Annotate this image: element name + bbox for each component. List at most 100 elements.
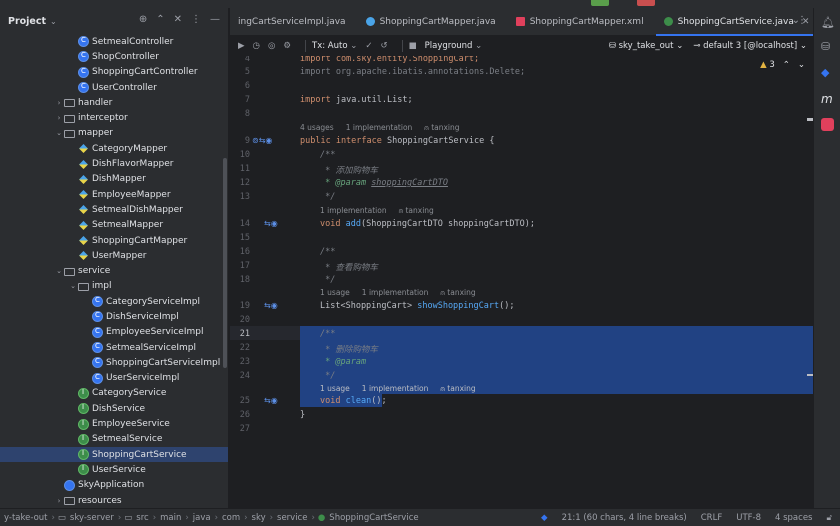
line-number[interactable]: 27 <box>230 424 250 434</box>
tree-folder[interactable]: › interceptor <box>0 110 228 125</box>
tree-file[interactable]: EmployeeService <box>0 416 228 431</box>
tree-file[interactable]: UserMapper <box>0 248 228 263</box>
chevron-down-icon[interactable]: ⌄ <box>54 267 64 275</box>
chevron-right-icon[interactable]: › <box>54 114 64 122</box>
line-number[interactable]: 13 <box>230 192 250 202</box>
usages-hint[interactable]: 4 usages <box>300 123 334 132</box>
datasource-selector[interactable]: ⛁ sky_take_out ⌄ <box>609 41 684 51</box>
line-number[interactable]: 6 <box>230 81 250 91</box>
breadcrumb-item[interactable]: y-take-out <box>4 513 47 523</box>
implementation-hint[interactable]: 1 implementation <box>346 123 413 132</box>
tree-file[interactable]: DishMapper <box>0 172 228 187</box>
indent-setting[interactable]: 4 spaces <box>775 513 812 523</box>
editor-tab[interactable]: ShoppingCartService.java ✕ <box>655 8 822 36</box>
scrollbar-marker[interactable] <box>807 118 813 121</box>
editor-tab[interactable]: ingCartServiceImpl.java <box>230 8 358 36</box>
line-number[interactable]: 16 <box>230 247 250 257</box>
breadcrumb-item[interactable]: service <box>277 513 307 523</box>
line-number[interactable]: 19 <box>230 301 250 311</box>
line-number[interactable]: 18 <box>230 275 250 285</box>
breadcrumb-item[interactable]: sky <box>252 513 266 523</box>
line-number[interactable]: 17 <box>230 261 250 271</box>
chevron-right-icon[interactable]: › <box>54 497 64 505</box>
chevron-down-icon[interactable]: ⌄ <box>68 282 78 290</box>
code-vision-hint[interactable]: 4 usages 1 implementation ⍝ tanxing <box>300 123 484 133</box>
tx-mode-dropdown[interactable]: Tx: Auto ⌄ <box>312 41 357 51</box>
line-number[interactable]: 20 <box>230 315 250 325</box>
file-encoding[interactable]: UTF-8 <box>736 513 761 523</box>
line-separator[interactable]: CRLF <box>701 513 722 523</box>
breadcrumb-item[interactable]: src <box>136 513 148 523</box>
inspection-widget[interactable]: ▲ 3 ⌃ ⌄ <box>760 60 805 70</box>
line-number[interactable]: 15 <box>230 233 250 243</box>
plugin-icon[interactable] <box>821 118 834 131</box>
database-icon[interactable]: ⛁ <box>821 40 834 53</box>
tree-folder[interactable]: ⌄ service <box>0 263 228 278</box>
breadcrumb-item[interactable]: ShoppingCartService <box>329 513 418 523</box>
tree-file[interactable]: DishServiceImpl <box>0 309 228 324</box>
implementation-hint[interactable]: 1 implementation <box>362 384 429 393</box>
usages-hint[interactable]: 1 usage <box>320 288 350 297</box>
chevron-right-icon[interactable]: › <box>54 99 64 107</box>
tree-file[interactable]: SetmealDishMapper <box>0 202 228 217</box>
line-number[interactable]: 5 <box>230 67 250 77</box>
collapse-all-icon[interactable]: ✕ <box>174 14 182 25</box>
tree-file[interactable]: SkyApplication <box>0 478 228 493</box>
tree-file[interactable]: SetmealServiceImpl <box>0 340 228 355</box>
tree-file[interactable]: ShoppingCartMapper <box>0 233 228 248</box>
tree-file[interactable]: EmployeeMapper <box>0 187 228 202</box>
line-number[interactable]: 22 <box>230 343 250 353</box>
chevron-down-icon[interactable]: ⌄ <box>50 17 57 26</box>
line-number[interactable]: 12 <box>230 178 250 188</box>
rollback-icon[interactable]: ↺ <box>381 41 388 51</box>
line-number[interactable]: 24 <box>230 371 250 381</box>
code-editor[interactable]: 4 5 6 7 8 9 10 11 12 13 14 15 16 17 18 19 20 21 22 23 24 25 26… <box>230 56 813 508</box>
playground-dropdown[interactable]: Playground ⌄ <box>425 41 483 51</box>
tree-file[interactable]: CategoryService <box>0 386 228 401</box>
close-icon[interactable]: ✕ <box>802 17 810 27</box>
implementation-gutter-icon[interactable]: ⊚⇆◉ <box>252 136 272 145</box>
run-icon[interactable]: ▶ <box>238 41 245 51</box>
implementation-gutter-icon[interactable]: ⇆◉ <box>264 301 278 310</box>
pin-icon[interactable]: ◎ <box>268 41 275 51</box>
code-vision-hint[interactable]: 1 usage 1 implementation ⍝ tanxing <box>320 288 500 298</box>
implementation-gutter-icon[interactable]: ⇆◉ <box>264 219 278 228</box>
tree-folder[interactable]: › handler <box>0 95 228 110</box>
tree-file[interactable]: SetmealMapper <box>0 218 228 233</box>
stop-indicator[interactable] <box>637 0 655 6</box>
tree-file[interactable]: DishFlavorMapper <box>0 156 228 171</box>
history-icon[interactable]: ◷ <box>253 41 260 51</box>
tree-file[interactable]: UserServiceImpl <box>0 371 228 386</box>
session-selector[interactable]: ⊸ default 3 [@localhost] ⌄ <box>693 41 807 51</box>
chevron-up-icon[interactable]: ⌃ <box>783 60 790 70</box>
line-number[interactable]: 10 <box>230 150 250 160</box>
line-number[interactable]: 23 <box>230 357 250 367</box>
line-number-gutter[interactable]: 4 5 6 7 8 9 10 11 12 13 14 15 16 17 18 19 20 21 22 23 24 25 26… <box>230 56 296 508</box>
tree-file[interactable]: DishService <box>0 401 228 416</box>
tree-file[interactable]: ShoppingCartController <box>0 65 228 80</box>
breadcrumb-item[interactable]: main <box>160 513 181 523</box>
code-vision-hint[interactable]: 1 implementation ⍝ tanxing <box>320 206 458 216</box>
tree-file[interactable]: EmployeeServiceImpl <box>0 325 228 340</box>
expand-all-icon[interactable]: ⌃ <box>156 14 164 25</box>
line-number[interactable]: 11 <box>230 164 250 174</box>
line-number[interactable]: 8 <box>230 109 250 119</box>
breadcrumb-item[interactable]: java <box>193 513 211 523</box>
mybatis-icon[interactable]: ◆ <box>821 66 834 79</box>
tree-file[interactable]: CategoryServiceImpl <box>0 294 228 309</box>
breadcrumb-item[interactable]: com <box>222 513 240 523</box>
project-scrollbar[interactable] <box>223 158 227 368</box>
more-options-icon[interactable]: ⋮ <box>191 14 201 25</box>
tree-file[interactable]: ShopController <box>0 49 228 64</box>
tree-folder[interactable]: ⌄ mapper <box>0 126 228 141</box>
implementation-hint[interactable]: 1 implementation <box>362 288 429 297</box>
author-hint[interactable]: ⍝ tanxing <box>424 123 471 132</box>
line-number[interactable]: 9 <box>230 136 250 146</box>
editor-tab[interactable]: ShoppingCartMapper.java <box>358 8 508 36</box>
tree-file[interactable]: ShoppingCartService <box>0 447 228 463</box>
stop-icon[interactable]: ■ <box>409 41 417 51</box>
editor-tab[interactable]: ShoppingCartMapper.xml <box>508 8 656 36</box>
author-hint[interactable]: ⍝ tanxing <box>440 288 487 297</box>
tree-file[interactable]: ShoppingCartServiceImpl <box>0 355 228 370</box>
implementation-hint[interactable]: 1 implementation <box>320 206 387 215</box>
